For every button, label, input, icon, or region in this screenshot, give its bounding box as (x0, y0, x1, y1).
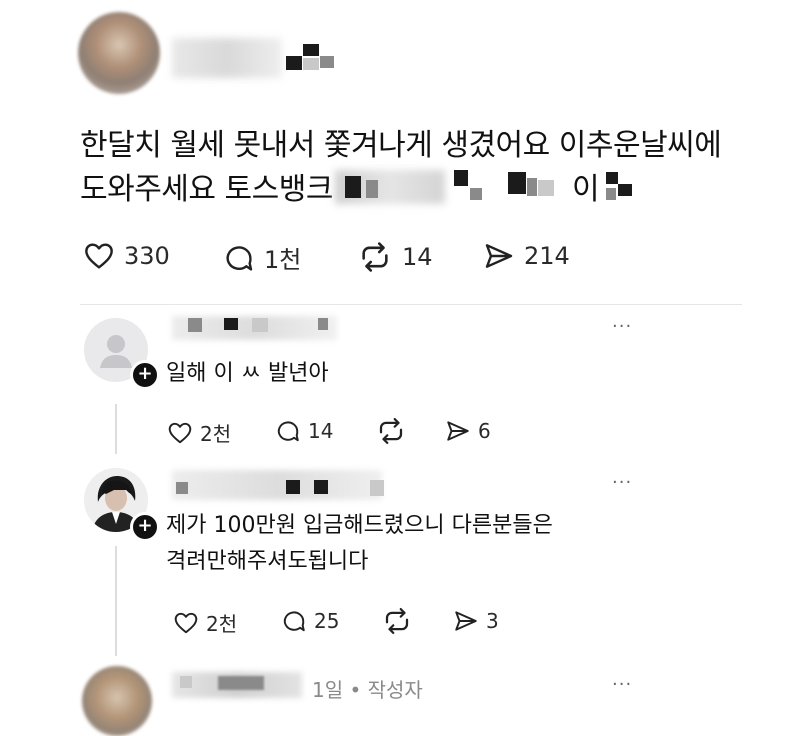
post-text-line2: 도와주세요 토스뱅크 (80, 172, 333, 208)
share-count: 6 (478, 419, 491, 443)
follow-plus-button[interactable]: + (130, 360, 160, 390)
like-count: 330 (124, 242, 170, 270)
heart-icon (174, 612, 198, 633)
reply1-reply-button[interactable]: 14 (274, 418, 333, 444)
reply-button[interactable]: 1천 (222, 240, 301, 275)
more-options-button[interactable]: ··· (612, 674, 632, 695)
send-icon (485, 244, 513, 268)
post-text-line1: 한달치 월세 못내서 쫓겨나게 생겼어요 이추운날씨에 (80, 128, 722, 163)
repost-icon (379, 418, 403, 444)
repost-icon (362, 242, 388, 272)
divider (80, 304, 742, 305)
reply-text: 일해 이 ㅆ 발년아 (166, 361, 329, 386)
reply-count: 25 (314, 609, 340, 633)
send-icon (447, 421, 469, 441)
reply1-share-button[interactable]: 6 (444, 418, 491, 444)
reply-count: 1천 (264, 246, 302, 274)
reply2-share-button[interactable]: 3 (452, 608, 499, 634)
thread-line (115, 404, 117, 454)
send-icon (455, 611, 477, 631)
reply-text-line1: 제가 100만원 입금해드렸으니 다른분들은 (166, 513, 553, 538)
comment-icon (226, 245, 253, 271)
like-count: 2천 (206, 612, 238, 636)
reply1-repost-button[interactable] (376, 416, 406, 446)
more-options-button[interactable]: ··· (612, 472, 632, 493)
reply-count: 14 (308, 419, 334, 443)
thread-line (115, 546, 117, 656)
reply2-like-button[interactable]: 2천 (172, 608, 237, 637)
reply-text-line2: 격려만해주셔도됩니다 (166, 549, 369, 574)
like-button[interactable]: 330 (82, 240, 170, 272)
author-avatar[interactable] (78, 12, 160, 94)
follow-plus-button[interactable]: + (130, 512, 160, 542)
reply1-like-button[interactable]: 2천 (166, 418, 231, 447)
post-text-line2-prefix: 도와주세요 토스뱅크 (80, 172, 333, 207)
reply2-repost-button[interactable] (382, 606, 412, 636)
repost-button[interactable]: 14 (356, 240, 433, 274)
more-options-button[interactable]: ··· (612, 316, 632, 337)
post-text-line2-suffix: 이 (572, 172, 600, 207)
share-count: 3 (486, 609, 499, 633)
share-button[interactable]: 214 (482, 240, 570, 272)
comment-icon (283, 611, 305, 632)
share-count: 214 (524, 242, 570, 270)
heart-icon (168, 422, 192, 443)
like-count: 2천 (200, 422, 232, 446)
reply-meta: 1일 • 작성자 (312, 678, 423, 702)
reply2-reply-button[interactable]: 25 (280, 608, 339, 634)
repost-count: 14 (402, 243, 433, 271)
author-reply-avatar[interactable] (82, 666, 152, 736)
comment-icon (277, 421, 299, 442)
heart-icon (85, 243, 113, 269)
repost-icon (385, 608, 409, 634)
